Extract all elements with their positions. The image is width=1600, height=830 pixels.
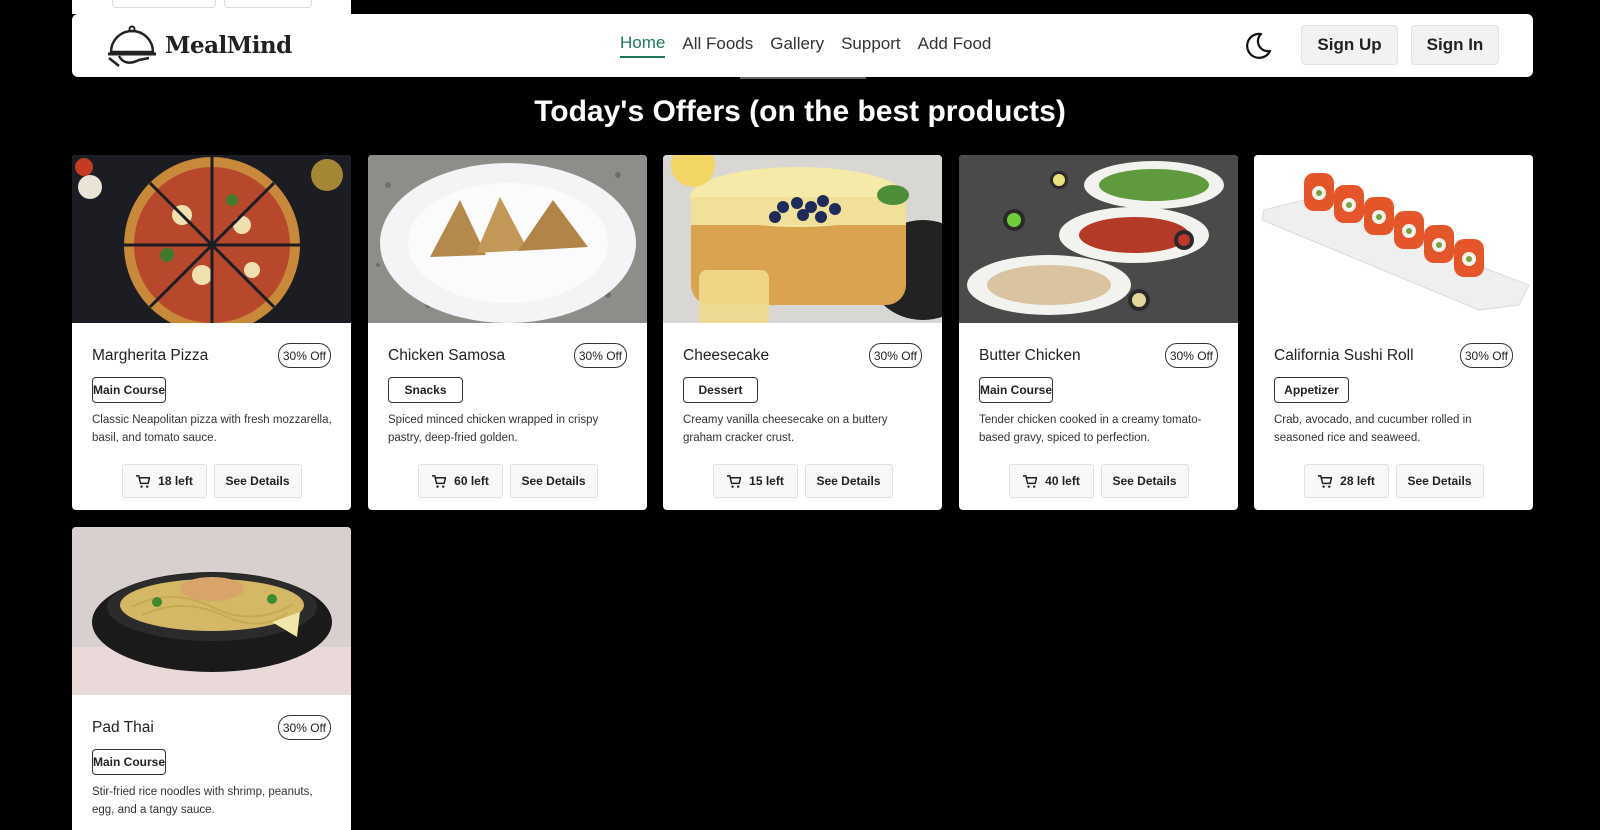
previous-card-fragment [72,0,351,14]
nav-support[interactable]: Support [841,34,901,57]
food-description: Creamy vanilla cheesecake on a buttery g… [683,414,888,444]
navbar: MealMind Home All Foods Gallery Support … [72,14,1533,77]
discount-badge: 30% Off [277,343,331,368]
stock-label: 15 left [749,474,784,488]
food-title: California Sushi Roll [1274,347,1414,364]
food-photo [72,155,351,323]
nav-gallery[interactable]: Gallery [770,34,824,57]
nav-scroll-indicator [740,77,866,79]
food-card: Butter Chicken 30% Off Main Course Tende… [959,155,1238,510]
stock-button[interactable]: 15 left [712,464,798,498]
stock-label: 18 left [158,474,193,488]
page-title: Today's Offers (on the best products) [534,95,1066,128]
food-photo [72,527,351,695]
food-card: Cheesecake 30% Off Dessert Creamy vanill… [663,155,942,510]
nav-home[interactable]: Home [620,33,666,58]
stock-button[interactable]: 40 left [1008,464,1094,498]
stock-label: 28 left [1340,474,1375,488]
stock-button[interactable]: 28 left [1303,464,1389,498]
food-photo [368,155,647,323]
cart-icon [727,474,742,488]
sign-in-button[interactable]: Sign In [1411,25,1499,65]
food-card: Margherita Pizza 30% Off Main Course Cla… [72,155,351,510]
discount-badge: 30% Off [868,343,922,368]
food-title: Pad Thai [92,719,154,736]
food-photo [1254,155,1533,323]
food-description: Crab, avocado, and cucumber rolled in se… [1274,414,1472,444]
discount-badge: 30% Off [1164,343,1218,368]
category-tag: Main Course [92,377,166,403]
food-card: Chicken Samosa 30% Off Snacks Spiced min… [368,155,647,510]
see-details-button[interactable]: See Details [804,464,893,498]
food-title: Margherita Pizza [92,347,209,364]
food-title: Butter Chicken [979,347,1081,364]
main-nav: Home All Foods Gallery Support Add Food [620,14,991,77]
stock-button[interactable]: 60 left [417,464,503,498]
sign-up-button[interactable]: Sign Up [1301,25,1398,65]
food-photo [959,155,1238,323]
see-details-button[interactable]: See Details [509,464,598,498]
cart-icon [1318,474,1333,488]
brand-name: MealMind [165,31,292,59]
cart-icon [1023,474,1038,488]
cart-icon [432,474,447,488]
food-title: Chicken Samosa [388,347,506,364]
food-card: California Sushi Roll 30% Off Appetizer … [1254,155,1533,510]
cloche-icon [108,25,156,67]
nav-all-foods[interactable]: All Foods [682,34,753,57]
food-title: Cheesecake [683,347,770,364]
category-tag: Appetizer [1274,377,1349,403]
category-tag: Main Course [92,749,166,775]
food-description: Classic Neapolitan pizza with fresh mozz… [92,414,332,444]
stock-button[interactable]: 18 left [121,464,207,498]
moon-icon[interactable] [1243,31,1273,61]
category-tag: Snacks [388,377,463,403]
nav-add-food[interactable]: Add Food [918,34,992,57]
stock-label: 60 left [454,474,489,488]
discount-badge: 30% Off [277,715,331,740]
see-details-button[interactable]: See Details [213,464,302,498]
food-description: Tender chicken cooked in a creamy tomato… [979,414,1202,444]
food-description: Stir-fried rice noodles with shrimp, pea… [92,786,313,816]
food-description: Spiced minced chicken wrapped in crispy … [388,414,599,444]
brand-logo[interactable]: MealMind [105,20,292,70]
cart-icon [136,474,151,488]
food-card: Pad Thai 30% Off Main Course Stir-fried … [72,527,351,830]
stock-label: 40 left [1045,474,1080,488]
discount-badge: 30% Off [573,343,627,368]
see-details-button[interactable]: See Details [1100,464,1189,498]
food-photo [663,155,942,323]
category-tag: Main Course [979,377,1053,403]
see-details-button[interactable]: See Details [1395,464,1484,498]
discount-badge: 30% Off [1459,343,1513,368]
category-tag: Dessert [683,377,758,403]
